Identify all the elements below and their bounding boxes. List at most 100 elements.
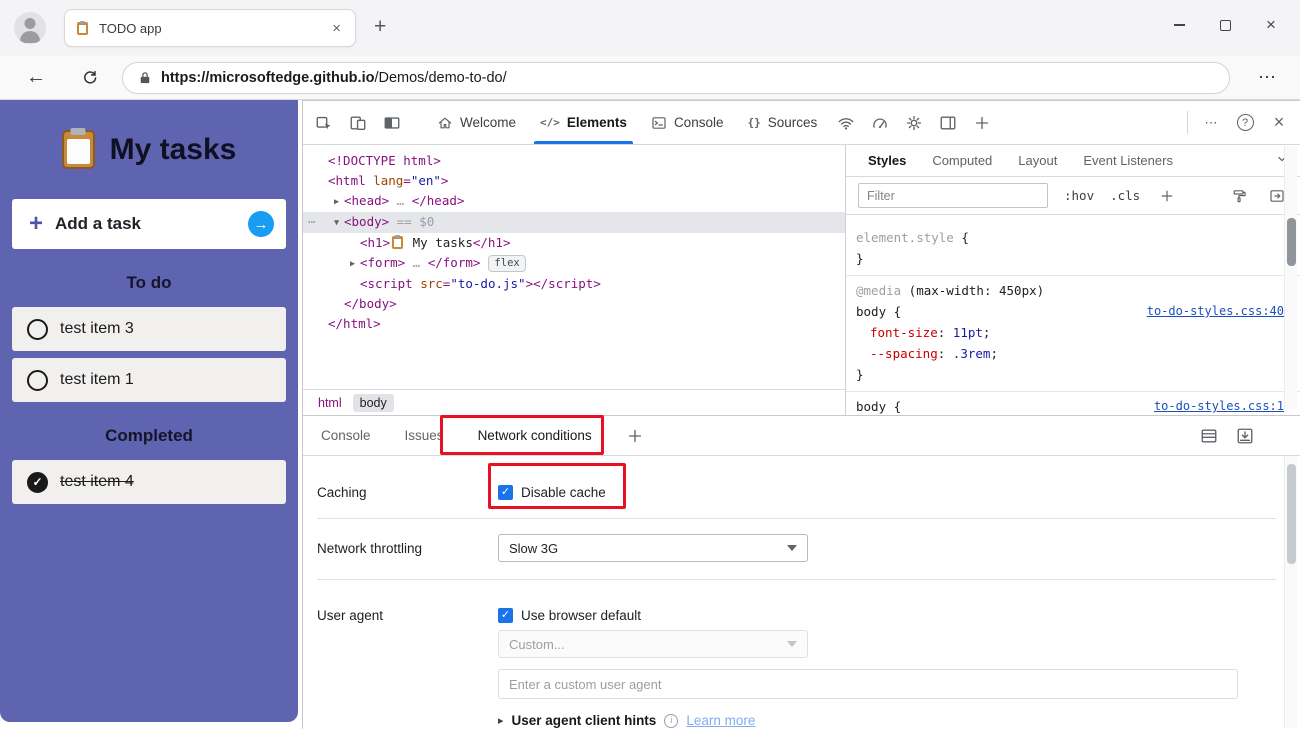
stacked-panels-icon[interactable] (1198, 427, 1220, 445)
unchecked-circle-icon[interactable] (27, 319, 48, 340)
scrollbar-thumb[interactable] (1287, 218, 1296, 266)
use-browser-default-label[interactable]: Use browser default (521, 608, 641, 623)
css-line[interactable]: font-size: 11pt; (846, 322, 1300, 343)
css-line-text: } (856, 248, 864, 269)
tab-label: Sources (768, 115, 818, 130)
task-item[interactable]: test item 1 (12, 358, 286, 402)
checked-circle-icon[interactable]: ✓ (27, 472, 48, 493)
profile-avatar[interactable] (14, 12, 46, 44)
settings-gear-icon[interactable] (897, 101, 931, 144)
css-line[interactable]: element.style { (846, 227, 1300, 248)
add-task-form[interactable]: + Add a task → (12, 199, 286, 249)
tab-welcome[interactable]: Welcome (425, 101, 528, 144)
avatar-body-icon (20, 31, 40, 43)
device-toolbar-icon[interactable] (341, 101, 375, 144)
screencast-icon[interactable] (375, 101, 409, 144)
css-line[interactable]: @media (max-width: 450px) (846, 280, 1300, 301)
tab-styles[interactable]: Styles (868, 153, 906, 168)
expander-arrow-icon[interactable]: ▶ (345, 254, 360, 274)
throttling-select[interactable]: Slow 3G (498, 534, 808, 562)
inspect-icon[interactable] (307, 101, 341, 144)
maximize-button[interactable] (1202, 6, 1248, 44)
breadcrumb-body[interactable]: body (353, 394, 394, 412)
styles-filter-input[interactable] (858, 183, 1048, 208)
learn-more-link[interactable]: Learn more (686, 713, 755, 728)
dock-panel-icon[interactable] (931, 101, 965, 144)
reload-button[interactable] (72, 56, 108, 99)
stylesheet-link[interactable]: to-do-styles.css:40 (1147, 301, 1284, 322)
disable-cache-checkbox[interactable]: ✓ (498, 485, 513, 500)
dom-tree-node[interactable]: <html lang="en"> (303, 171, 845, 191)
browser-more-icon[interactable]: ⋯ (1250, 56, 1284, 99)
app-title: My tasks (110, 133, 237, 167)
new-style-rule-plus-icon[interactable] (1156, 188, 1178, 204)
tab-console[interactable]: Console (639, 101, 736, 144)
css-line[interactable]: } (846, 248, 1300, 269)
tab-event-listeners[interactable]: Event Listeners (1083, 153, 1173, 168)
more-tools-plus-icon[interactable] (965, 101, 999, 144)
minimize-button[interactable] (1156, 6, 1202, 44)
disable-cache-label[interactable]: Disable cache (521, 485, 606, 500)
css-line[interactable]: body {to-do-styles.css:1 (846, 396, 1300, 415)
tab-label: Console (674, 115, 724, 130)
task-item-completed[interactable]: ✓ test item 4 (12, 460, 286, 504)
tab-layout[interactable]: Layout (1018, 153, 1057, 168)
help-icon[interactable]: ? (1228, 101, 1262, 144)
scrollbar-thumb[interactable] (1287, 464, 1296, 564)
address-bar[interactable]: https://microsoftedge.github.io/Demos/de… (122, 62, 1230, 94)
code-token: <body> (344, 214, 389, 229)
app-header: My tasks (0, 130, 298, 169)
css-line[interactable]: --spacing: .3rem; (846, 343, 1300, 364)
tab-computed[interactable]: Computed (932, 153, 992, 168)
flex-badge[interactable]: flex (488, 255, 525, 272)
performance-gauge-icon[interactable] (863, 101, 897, 144)
drawer-tab-network-conditions[interactable]: Network conditions (474, 416, 596, 455)
styles-scrollbar[interactable] (1284, 146, 1297, 409)
expander-arrow-icon[interactable]: ▶ (329, 192, 344, 212)
completed-heading: Completed (0, 426, 298, 446)
dom-tree-node[interactable]: ▶<head> … </head> (303, 191, 845, 212)
tab-sources[interactable]: {} Sources (735, 101, 829, 144)
node-menu-dots-icon[interactable]: ⋯ (308, 212, 316, 232)
css-line[interactable]: } (846, 364, 1300, 385)
back-button[interactable]: ← (18, 56, 54, 99)
divider (317, 518, 1276, 519)
submit-task-button[interactable]: → (248, 211, 274, 237)
dom-tree-node[interactable]: ▶<form> … </form>flex (303, 253, 845, 274)
close-button[interactable]: × (1248, 6, 1294, 44)
tab-elements[interactable]: </> Elements (528, 101, 639, 144)
dom-tree-node[interactable]: <!DOCTYPE html> (303, 151, 845, 171)
toggle-classes-button[interactable]: .cls (1110, 188, 1140, 203)
disclosure-triangle-icon[interactable]: ▸ (498, 714, 504, 727)
dom-tree-node[interactable]: ⋯▼<body> == $0 (303, 212, 845, 233)
browser-tab[interactable]: TODO app × (64, 9, 356, 47)
stylesheet-link[interactable]: to-do-styles.css:1 (1154, 396, 1284, 415)
dom-tree-node[interactable]: <h1> My tasks</h1> (303, 233, 845, 253)
drawer-more-tabs-plus-icon[interactable] (622, 427, 648, 445)
client-hints-section[interactable]: ▸ User agent client hints i Learn more (498, 713, 755, 728)
new-tab-button[interactable]: + (374, 16, 386, 37)
devtools-more-icon[interactable]: ⋯ (1194, 101, 1228, 144)
drawer-tab-issues[interactable]: Issues (401, 416, 448, 455)
url-text: https://microsoftedge.github.io/Demos/de… (161, 70, 507, 86)
css-line[interactable]: body {to-do-styles.css:40 (846, 301, 1300, 322)
task-item[interactable]: test item 3 (12, 307, 286, 351)
drawer-tab-console[interactable]: Console (317, 416, 375, 455)
code-token: --spacing (870, 346, 938, 361)
dock-bottom-arrow-icon[interactable] (1234, 427, 1256, 445)
url-path: /Demos/demo-to-do/ (374, 70, 506, 86)
dom-tree-node[interactable]: </body> (303, 294, 845, 314)
dom-tree-node[interactable]: </html> (303, 314, 845, 334)
drawer-scrollbar[interactable] (1284, 456, 1297, 728)
dom-tree-node[interactable]: <script src="to-do.js"></script> (303, 274, 845, 294)
expander-arrow-icon[interactable]: ▼ (329, 213, 344, 233)
devtools-close-icon[interactable]: × (1262, 101, 1296, 144)
use-browser-default-checkbox[interactable]: ✓ (498, 608, 513, 623)
unchecked-circle-icon[interactable] (27, 370, 48, 391)
network-conditions-wifi-icon[interactable] (829, 101, 863, 144)
paint-brush-icon[interactable] (1228, 188, 1250, 204)
breadcrumb-html[interactable]: html (311, 394, 349, 412)
navigation-bar: ← https://microsoftedge.github.io/Demos/… (0, 56, 1300, 100)
toggle-hover-state-button[interactable]: :hov (1064, 188, 1094, 203)
tab-close-icon[interactable]: × (328, 19, 345, 38)
